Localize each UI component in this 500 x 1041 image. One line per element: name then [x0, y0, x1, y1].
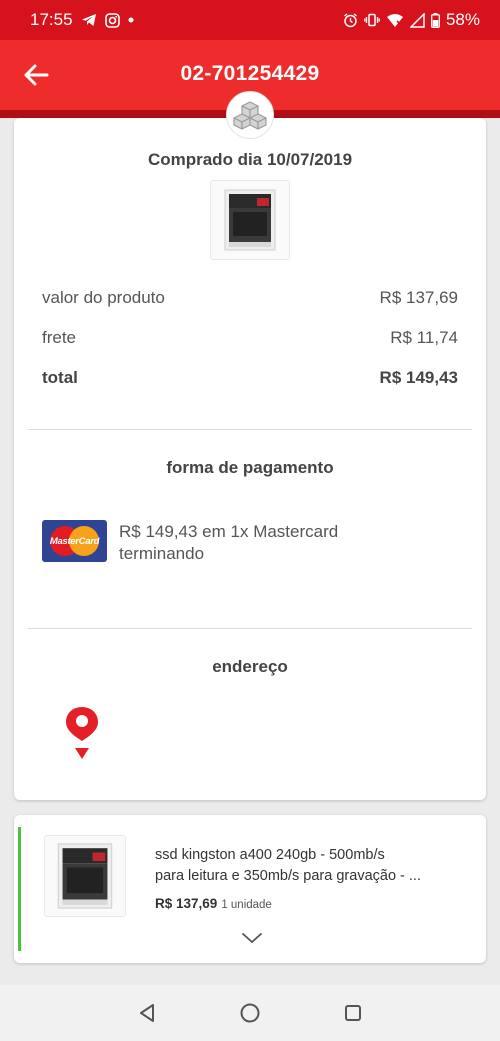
payment-method: MasterCard R$ 149,43 em 1x Mastercard te… [42, 520, 338, 565]
item-name[interactable]: ssd kingston a400 240gb - 500mb/s para l… [155, 845, 465, 887]
mastercard-logo-text: MasterCard [49, 535, 100, 547]
vibrate-icon [364, 13, 380, 27]
product-value-label: valor do produto [42, 288, 165, 307]
status-bar: 17:55 58% [0, 0, 500, 40]
item-quantity: 1 unidade [221, 899, 272, 911]
boxes-icon [233, 101, 267, 130]
divider [28, 429, 472, 430]
payment-description-line1: R$ 149,43 em 1x Mastercard [119, 522, 339, 541]
nav-recents-button[interactable] [338, 998, 368, 1028]
notification-dot-icon [128, 17, 134, 23]
nav-home-icon [240, 1003, 260, 1023]
order-summary-card: Comprado dia 10/07/2019 valor do produto… [14, 118, 486, 800]
payment-description: R$ 149,43 em 1x Mastercard terminando [119, 521, 338, 565]
chevron-down-icon [242, 933, 262, 943]
nav-recents-icon [345, 1005, 362, 1021]
order-badge [226, 91, 274, 139]
status-time: 17:55 [30, 10, 73, 29]
item-thumbnail[interactable] [44, 835, 126, 917]
address-section-title: endereço [212, 657, 288, 676]
signal-icon [409, 12, 425, 28]
back-arrow-icon [24, 64, 49, 86]
item-name-line2: para leitura e 350mb/s para gravação - .… [155, 868, 421, 884]
alarm-icon [343, 12, 358, 28]
divider [28, 628, 472, 629]
expand-item-button[interactable] [240, 929, 264, 947]
total-value: R$ 149,43 [379, 368, 458, 387]
page-title: 02-701254429 [180, 62, 320, 85]
instagram-icon [104, 12, 120, 28]
ssd-product-image [57, 843, 113, 909]
shipping-value: R$ 11,74 [390, 328, 458, 347]
shipping-row: frete R$ 11,74 [42, 328, 458, 348]
purchase-date: Comprado dia 10/07/2019 [147, 150, 353, 169]
status-right: 58% [343, 10, 480, 30]
battery-icon [431, 12, 440, 28]
shipping-label: frete [42, 328, 77, 347]
total-label: total [42, 368, 78, 387]
order-item-card[interactable]: ssd kingston a400 240gb - 500mb/s para l… [14, 815, 486, 963]
battery-percent: 58% [445, 10, 480, 29]
nav-back-button[interactable] [132, 998, 162, 1028]
item-price-row: R$ 137,69 1 unidade [155, 896, 272, 911]
system-nav-bar [0, 985, 500, 1041]
status-indicator-bar [18, 827, 21, 951]
payment-description-line2: terminando [119, 544, 205, 563]
item-name-line1: ssd kingston a400 240gb - 500mb/s [155, 847, 385, 863]
total-row: total R$ 149,43 [42, 368, 458, 388]
nav-back-icon [139, 1004, 154, 1022]
item-price: R$ 137,69 [155, 896, 218, 911]
product-thumbnail[interactable] [210, 180, 290, 260]
status-left: 17:55 [30, 10, 134, 30]
payment-section-title: forma de pagamento [166, 458, 334, 477]
telegram-icon [81, 13, 97, 27]
product-value-row: valor do produto R$ 137,69 [42, 288, 458, 308]
nav-home-button[interactable] [235, 998, 265, 1028]
product-value: R$ 137,69 [379, 288, 458, 307]
back-button[interactable] [20, 59, 52, 91]
ssd-product-image [224, 189, 276, 251]
wifi-icon [386, 13, 404, 28]
map-pin-icon [64, 706, 100, 762]
mastercard-logo-icon: MasterCard [42, 520, 107, 562]
